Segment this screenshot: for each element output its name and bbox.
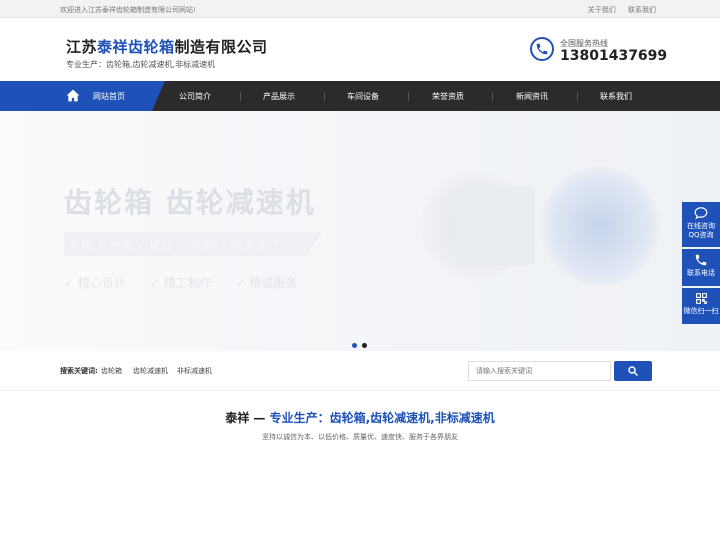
slider-dot[interactable]: [362, 343, 367, 348]
company-tagline: 专业生产：齿轮箱,齿轮减速机,非标减速机: [66, 60, 216, 69]
section-title-text: 专业生产：齿轮箱,齿轮减速机,非标减速机: [269, 411, 495, 425]
banner-features: ✓ 精心设计 ✓ 精工制作 ✓ 精诚服务: [64, 274, 317, 291]
nav-item-honors[interactable]: 荣誉资质: [432, 91, 464, 102]
section-subtitle: 坚持以诚信为本、以低价格、质量优、速度快、服务于各界朋友: [262, 433, 458, 441]
sidebar-phone[interactable]: 联系电话: [682, 249, 720, 286]
slider-dot-active[interactable]: [352, 343, 357, 348]
search-icon: [628, 366, 639, 377]
nav-item-about[interactable]: 公司简介: [179, 91, 211, 102]
banner-industries: 发电 / 冶金 / 矿山 / 造船 / 石油化工: [68, 238, 283, 252]
main-nav: 网站首页 公司简介 产品展示 车间设备 荣誉资质 新闻资讯 联系我们: [0, 81, 720, 111]
search-bar: 搜索关键词: 齿轮箱 齿轮减速机 非标减速机: [0, 351, 720, 391]
chat-icon: [694, 207, 708, 220]
welcome-text: 欢迎进入江苏泰祥齿轮箱制造有限公司网站!: [60, 6, 196, 14]
nav-home-label: 网站首页: [93, 92, 125, 101]
search-keywords-label: 搜索关键词:: [60, 367, 98, 375]
banner-feature: ✓ 精诚服务: [235, 276, 298, 290]
phone-icon: [530, 37, 554, 61]
top-links: 关于我们 联系我们: [578, 5, 656, 15]
sidebar-wechat[interactable]: 微信扫一扫: [682, 288, 720, 324]
gearbox-image: [455, 186, 535, 266]
section-title-brand: 泰祥 —: [225, 411, 266, 425]
home-icon: [66, 89, 80, 102]
search-input[interactable]: [468, 361, 611, 381]
sidebar-label: QQ咨询: [688, 231, 714, 239]
slider-dots: [352, 333, 372, 351]
banner-decoration: [540, 166, 660, 286]
hero-banner[interactable]: 齿轮箱 齿轮减速机 发电 / 冶金 / 矿山 / 造船 / 石油化工 ✓ 精心设…: [0, 111, 720, 351]
banner-feature: ✓ 精工制作: [149, 276, 212, 290]
hotline-number[interactable]: 13801437699: [560, 48, 667, 64]
nav-item-news[interactable]: 新闻资讯: [516, 91, 548, 102]
sidebar-label: 微信扫一扫: [683, 307, 719, 315]
company-name-highlight: 泰祥齿轮箱: [97, 38, 175, 56]
company-name-prefix: 江苏: [66, 38, 98, 56]
nav-item-equipment[interactable]: 车间设备: [347, 91, 379, 102]
sidebar-label: 联系电话: [687, 269, 715, 277]
company-name-suffix: 制造有限公司: [174, 38, 268, 56]
search-keyword-link[interactable]: 非标减速机: [177, 366, 212, 376]
nav-divider: [492, 92, 493, 101]
nav-divider: [324, 92, 325, 101]
banner-feature: ✓ 精心设计: [64, 276, 126, 290]
company-name[interactable]: 江苏泰祥齿轮箱制造有限公司: [66, 36, 268, 57]
phone-icon: [695, 254, 707, 266]
site-header: 江苏泰祥齿轮箱制造有限公司 专业生产：齿轮箱,齿轮减速机,非标减速机 全国服务热…: [0, 18, 720, 81]
qrcode-icon: [695, 293, 707, 304]
section-title: 泰祥 — 专业生产：齿轮箱,齿轮减速机,非标减速机: [0, 409, 720, 426]
nav-item-contact[interactable]: 联系我们: [600, 91, 632, 102]
search-button[interactable]: [614, 361, 652, 381]
nav-divider: [577, 92, 578, 101]
nav-divider: [240, 92, 241, 101]
sidebar-label: 在线咨询: [687, 222, 715, 230]
banner-slogan: 齿轮箱 齿轮减速机: [64, 186, 316, 219]
search-keyword-link[interactable]: 齿轮箱: [101, 366, 122, 376]
sidebar-qq-consult[interactable]: 在线咨询 QQ咨询: [682, 202, 720, 247]
top-link-about[interactable]: 关于我们: [588, 6, 616, 14]
nav-home[interactable]: 网站首页: [0, 81, 165, 111]
top-link-contact[interactable]: 联系我们: [628, 6, 656, 14]
nav-item-products[interactable]: 产品展示: [263, 91, 295, 102]
banner-industries-strip: 发电 / 冶金 / 矿山 / 造船 / 石油化工: [64, 232, 322, 256]
search-keyword-link[interactable]: 齿轮减速机: [133, 366, 168, 376]
nav-divider: [408, 92, 409, 101]
top-bar: 欢迎进入江苏泰祥齿轮箱制造有限公司网站! 关于我们 联系我们: [0, 0, 720, 18]
